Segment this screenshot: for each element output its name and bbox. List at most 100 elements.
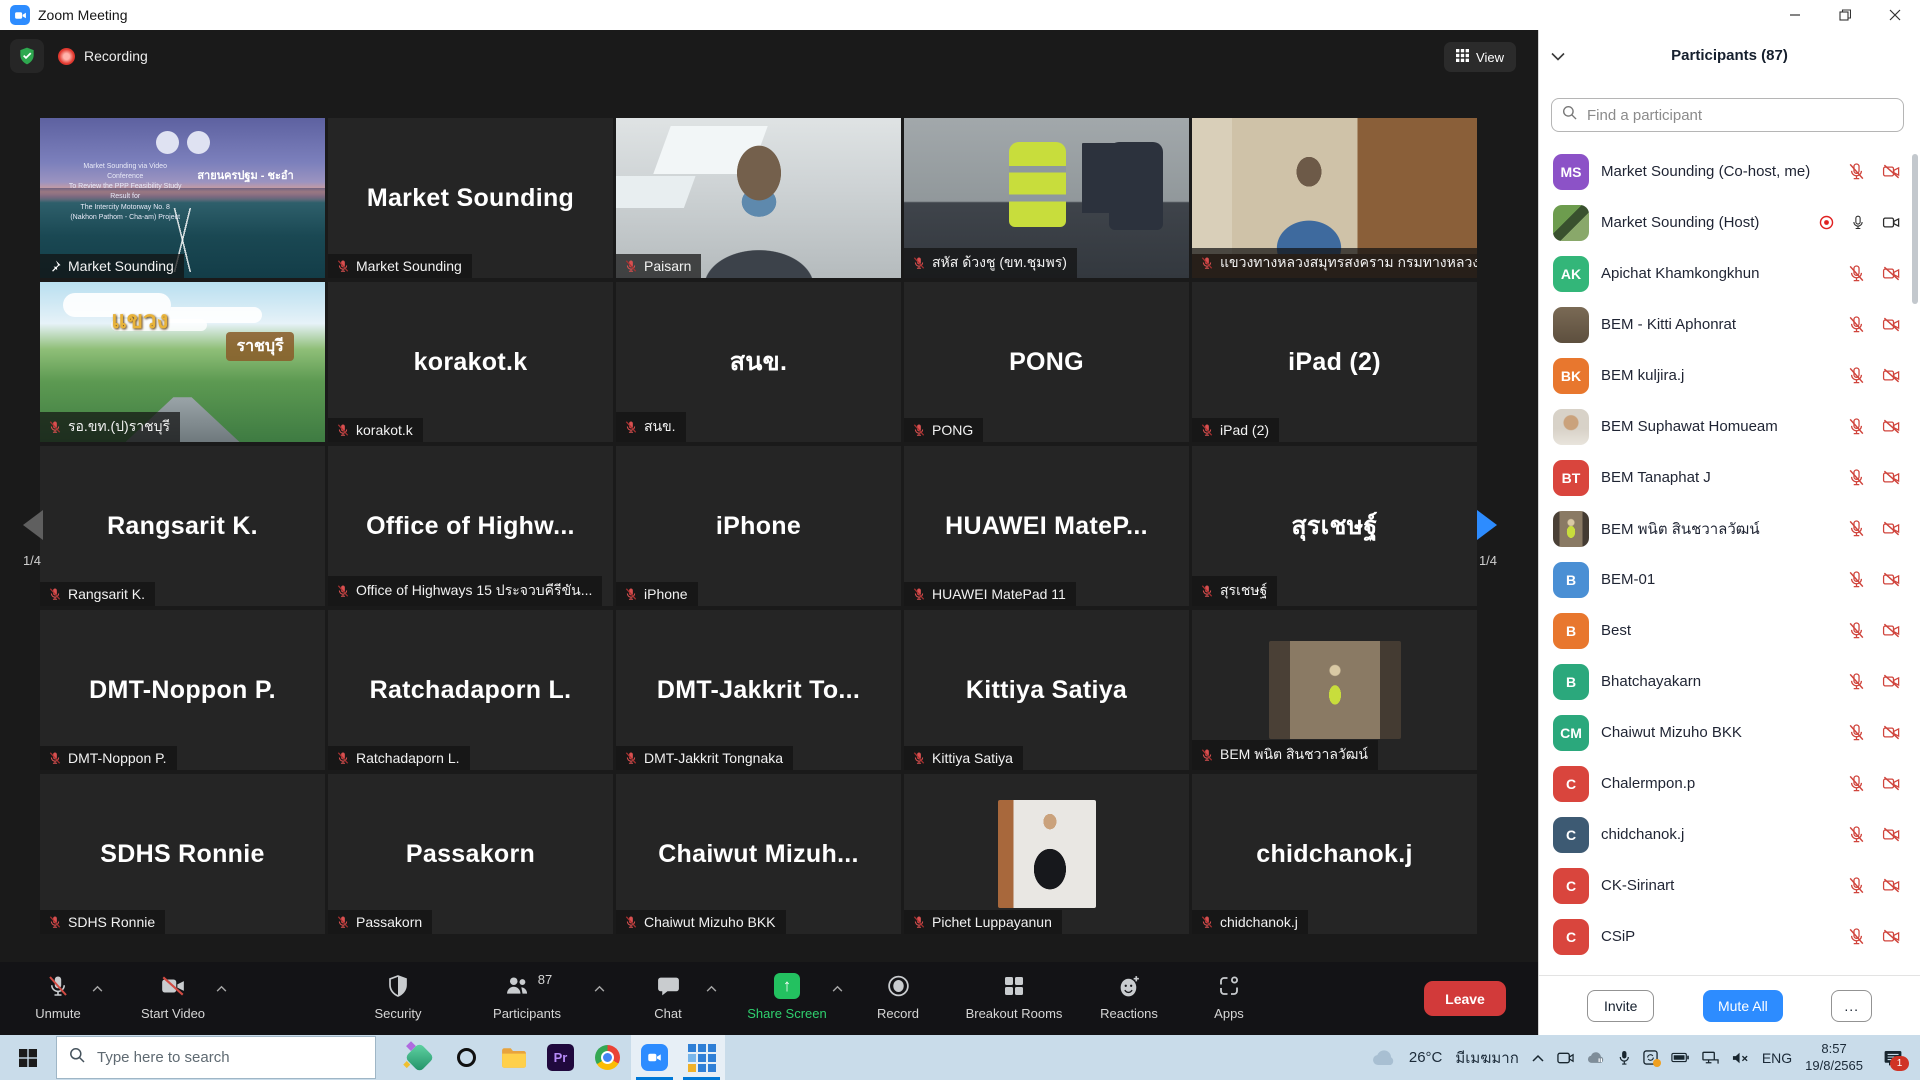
avatar: C bbox=[1553, 919, 1589, 955]
search-input[interactable] bbox=[1585, 106, 1893, 125]
clock-time: 8:57 bbox=[1805, 1041, 1863, 1058]
participant-name: BEM kuljira.j bbox=[1601, 367, 1835, 384]
gallery-next-button[interactable]: 1/4 bbox=[1466, 508, 1510, 568]
mute-all-button[interactable]: Mute All bbox=[1703, 990, 1783, 1022]
participant-row[interactable]: Market Sounding (Host) bbox=[1539, 197, 1910, 248]
taskbar-app-zoom[interactable] bbox=[631, 1035, 678, 1080]
mic-muted-icon bbox=[624, 587, 638, 601]
participant-row[interactable]: AK Apichat Khamkongkhun bbox=[1539, 248, 1910, 299]
gallery-prev-button[interactable]: 1/4 bbox=[10, 508, 54, 568]
tray-overflow-chevron[interactable] bbox=[1532, 1054, 1544, 1062]
video-tile[interactable]: Market Sounding via Video ConferenceTo R… bbox=[40, 118, 325, 278]
video-tile[interactable]: สนข. สนข. bbox=[616, 282, 901, 442]
video-tile[interactable]: แขวงทางหลวงสมุทรสงคราม กรมทางหลวง bbox=[1192, 118, 1477, 278]
participant-row[interactable]: C Chalermpon.p bbox=[1539, 758, 1910, 809]
video-options-chevron[interactable] bbox=[216, 979, 227, 997]
tile-label-text: Market Sounding bbox=[356, 258, 462, 274]
tray-network-icon[interactable] bbox=[1702, 1051, 1719, 1065]
participant-row[interactable]: MS Market Sounding (Co-host, me) bbox=[1539, 146, 1910, 197]
tray-volume-muted-icon[interactable] bbox=[1732, 1051, 1749, 1065]
weather-desc[interactable]: มีเมฆมาก bbox=[1455, 1046, 1518, 1070]
participant-row[interactable]: C CK-Sirinart bbox=[1539, 860, 1910, 911]
participant-row[interactable]: BEM Suphawat Homueam bbox=[1539, 401, 1910, 452]
chat-icon bbox=[656, 972, 681, 999]
leave-button[interactable]: Leave bbox=[1424, 981, 1506, 1016]
more-options-button[interactable]: ... bbox=[1831, 990, 1872, 1022]
start-button[interactable] bbox=[0, 1035, 56, 1080]
video-tile[interactable]: Paisarn bbox=[616, 118, 901, 278]
tray-battery-icon[interactable] bbox=[1671, 1052, 1689, 1063]
video-tile[interactable]: Rangsarit K. Rangsarit K. bbox=[40, 446, 325, 606]
weather-temp[interactable]: 26°C bbox=[1409, 1049, 1443, 1066]
taskbar-app-chrome[interactable] bbox=[584, 1035, 631, 1080]
participant-search[interactable] bbox=[1551, 98, 1904, 132]
security-button[interactable]: Security bbox=[338, 972, 458, 1021]
participant-row[interactable]: BEM - Kitti Aphonrat bbox=[1539, 299, 1910, 350]
participant-row[interactable]: BK BEM kuljira.j bbox=[1539, 350, 1910, 401]
language-indicator[interactable]: ENG bbox=[1762, 1050, 1792, 1066]
invite-button[interactable]: Invite bbox=[1587, 990, 1654, 1022]
apps-button[interactable]: Apps bbox=[1169, 972, 1289, 1021]
video-tile[interactable]: HUAWEI MateP... HUAWEI MatePad 11 bbox=[904, 446, 1189, 606]
video-tile[interactable]: PONG PONG bbox=[904, 282, 1189, 442]
taskbar-clock[interactable]: 8:57 19/8/2565 bbox=[1805, 1041, 1863, 1075]
video-off-icon bbox=[1881, 315, 1902, 334]
panel-scrollbar[interactable] bbox=[1911, 146, 1919, 976]
minimize-button[interactable] bbox=[1770, 0, 1820, 30]
weather-cloud-icon[interactable] bbox=[1372, 1050, 1396, 1066]
taskbar-app-explorer[interactable] bbox=[490, 1035, 537, 1080]
video-tile[interactable]: สุรเชษฐ์ สุรเชษฐ์ bbox=[1192, 446, 1477, 606]
taskbar-app-game[interactable] bbox=[396, 1035, 443, 1080]
tile-name-label: Ratchadaporn L. bbox=[328, 746, 470, 770]
close-button[interactable] bbox=[1870, 0, 1920, 30]
view-button[interactable]: View bbox=[1444, 42, 1516, 72]
participant-row[interactable]: BT BEM Tanaphat J bbox=[1539, 452, 1910, 503]
video-tile[interactable]: Chaiwut Mizuh... Chaiwut Mizuho BKK bbox=[616, 774, 901, 934]
breakout-rooms-button[interactable]: Breakout Rooms bbox=[954, 972, 1074, 1021]
participant-row[interactable]: C CSiP bbox=[1539, 911, 1910, 962]
video-tile[interactable]: chidchanok.j chidchanok.j bbox=[1192, 774, 1477, 934]
tray-camera-icon[interactable] bbox=[1557, 1051, 1574, 1065]
video-tile[interactable]: Office of Highw... Office of Highways 15… bbox=[328, 446, 613, 606]
record-button[interactable]: Record bbox=[838, 972, 958, 1021]
video-tile[interactable]: Market Sounding Market Sounding bbox=[328, 118, 613, 278]
participant-row[interactable]: CM Chaiwut Mizuho BKK bbox=[1539, 707, 1910, 758]
taskbar-app-ring[interactable] bbox=[443, 1035, 490, 1080]
video-tile[interactable]: iPhone iPhone bbox=[616, 446, 901, 606]
video-tile[interactable]: สหัส ด้วงชู (ขท.ชุมพร) bbox=[904, 118, 1189, 278]
participants-options-chevron[interactable] bbox=[594, 979, 605, 997]
video-tile[interactable]: DMT-Jakkrit To... DMT-Jakkrit Tongnaka bbox=[616, 610, 901, 770]
tray-sync-icon[interactable] bbox=[1643, 1050, 1658, 1065]
video-tile[interactable]: Passakorn Passakorn bbox=[328, 774, 613, 934]
video-tile[interactable]: BEM พนิต สินชวาลวัฒน์ bbox=[1192, 610, 1477, 770]
notification-center-button[interactable]: 1 bbox=[1876, 1050, 1910, 1066]
video-tile[interactable]: SDHS Ronnie SDHS Ronnie bbox=[40, 774, 325, 934]
start-video-button[interactable]: Start Video bbox=[113, 972, 233, 1021]
video-tile[interactable]: Kittiya Satiya Kittiya Satiya bbox=[904, 610, 1189, 770]
participant-row[interactable]: C chidchanok.j bbox=[1539, 809, 1910, 860]
security-shield-icon[interactable] bbox=[10, 39, 44, 73]
video-tile[interactable]: iPad (2) iPad (2) bbox=[1192, 282, 1477, 442]
participants-button[interactable]: 87 Participants bbox=[467, 972, 587, 1021]
participant-row[interactable]: B BEM-01 bbox=[1539, 554, 1910, 605]
share-screen-button[interactable]: ↑ Share Screen bbox=[727, 972, 847, 1021]
video-tile[interactable]: DMT-Noppon P. DMT-Noppon P. bbox=[40, 610, 325, 770]
maximize-button[interactable] bbox=[1820, 0, 1870, 30]
taskbar-app-premiere[interactable]: Pr bbox=[537, 1035, 584, 1080]
video-tile[interactable]: แขวงราชบุรี รอ.ขท.(ป)ราชบุรี bbox=[40, 282, 325, 442]
tile-label-text: PONG bbox=[932, 422, 973, 438]
taskbar-app-grid[interactable] bbox=[678, 1035, 725, 1080]
participant-row[interactable]: B Best bbox=[1539, 605, 1910, 656]
video-off-icon bbox=[1881, 927, 1902, 946]
participant-row[interactable]: B Bhatchayakarn bbox=[1539, 656, 1910, 707]
taskbar-search-input[interactable] bbox=[95, 1048, 329, 1067]
video-tile[interactable]: korakot.k korakot.k bbox=[328, 282, 613, 442]
chat-options-chevron[interactable] bbox=[706, 979, 717, 997]
tray-mic-icon[interactable] bbox=[1618, 1050, 1630, 1065]
unmute-options-chevron[interactable] bbox=[92, 979, 103, 997]
taskbar-search[interactable] bbox=[56, 1036, 376, 1079]
video-tile[interactable]: Pichet Luppayanun bbox=[904, 774, 1189, 934]
participant-row[interactable]: BEM พนิต สินชวาลวัฒน์ bbox=[1539, 503, 1910, 554]
tray-onedrive-icon[interactable] bbox=[1587, 1051, 1605, 1064]
video-tile[interactable]: Ratchadaporn L. Ratchadaporn L. bbox=[328, 610, 613, 770]
